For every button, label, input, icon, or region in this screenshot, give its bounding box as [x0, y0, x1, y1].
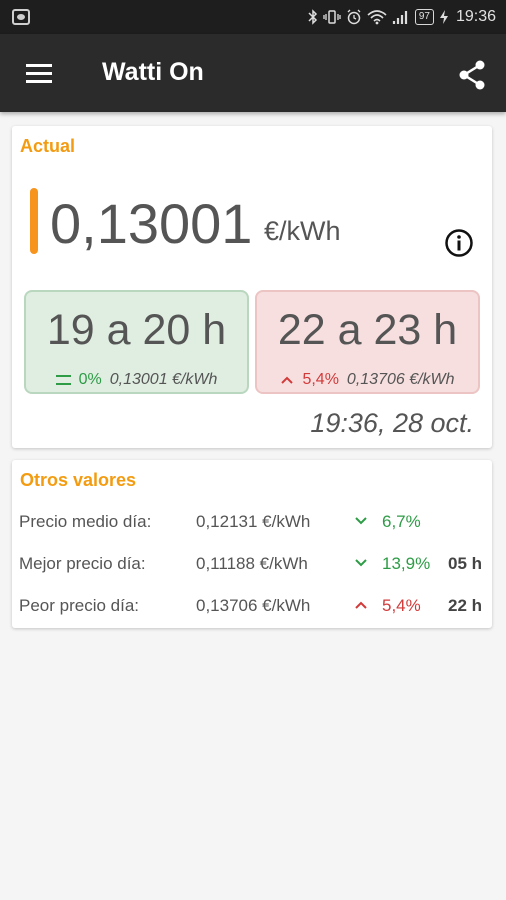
battery-indicator: 97 — [414, 9, 434, 25]
current-slot-hours: 19 a 20 h — [46, 306, 227, 354]
bluetooth-icon — [308, 9, 317, 25]
signal-icon — [392, 11, 407, 24]
vibrate-icon — [323, 10, 341, 24]
section-title-otros: Otros valores — [20, 470, 137, 490]
other-values-card: Otros valores Precio medio día: 0,12131 … — [12, 460, 492, 628]
row-hour: 05 h — [448, 554, 483, 573]
list-item: Precio medio día: 0,12131 €/kWh 6,7% — [12, 508, 492, 536]
next-slot-price: 0,13706 €/kWh — [346, 371, 455, 388]
status-time: 19:36 — [455, 8, 496, 25]
row-value: 0,11188 €/kWh — [196, 554, 308, 573]
chevron-up-icon — [281, 376, 294, 384]
status-bar: 97 19:36 — [0, 0, 506, 34]
accent-bar — [30, 188, 38, 254]
next-slot-hours: 22 a 23 h — [277, 306, 458, 354]
row-percent: 13,9% — [382, 554, 431, 573]
list-item: Mejor precio día: 0,11188 €/kWh 13,9% 05… — [12, 550, 492, 578]
next-slot-change: 5,4% — [302, 371, 339, 388]
share-icon[interactable] — [456, 58, 490, 92]
current-slot-price: 0,13001 €/kWh — [109, 371, 218, 388]
timestamp: 19:36, 28 oct. — [310, 408, 474, 438]
status-icons: 97 19:36 — [308, 7, 496, 27]
current-price-unit: €/kWh — [264, 216, 341, 246]
row-percent: 6,7% — [382, 512, 421, 531]
next-slot-box: 22 a 23 h 5,4% 0,13706 €/kWh — [255, 290, 480, 394]
notification-icon — [12, 9, 30, 25]
equal-icon — [55, 375, 71, 385]
info-icon[interactable] — [444, 228, 474, 258]
app-bar: Watti On — [0, 34, 506, 112]
chevron-up-icon — [355, 601, 367, 609]
row-label: Mejor precio día: — [19, 554, 146, 573]
list-item: Peor precio día: 0,13706 €/kWh 5,4% 22 h — [12, 592, 492, 620]
wifi-icon — [367, 10, 387, 25]
section-title-actual: Actual — [20, 136, 76, 156]
row-hour: 22 h — [448, 596, 483, 615]
row-value: 0,12131 €/kWh — [196, 512, 311, 531]
current-price-card: Actual 0,13001 €/kWh 19 a 20 h 0% 0,1300… — [12, 126, 492, 448]
row-percent: 5,4% — [382, 596, 421, 615]
chevron-down-icon — [355, 517, 367, 525]
current-slot-change: 0% — [78, 371, 102, 388]
charging-icon — [439, 10, 448, 24]
app-title: Watti On — [102, 58, 204, 86]
alarm-icon — [347, 9, 361, 25]
row-value: 0,13706 €/kWh — [196, 596, 311, 615]
row-label: Precio medio día: — [19, 512, 152, 531]
row-label: Peor precio día: — [19, 596, 140, 615]
current-price: 0,13001 — [50, 192, 253, 255]
hamburger-menu-icon[interactable] — [22, 58, 56, 88]
current-slot-box: 19 a 20 h 0% 0,13001 €/kWh — [24, 290, 249, 394]
chevron-down-icon — [355, 559, 367, 567]
